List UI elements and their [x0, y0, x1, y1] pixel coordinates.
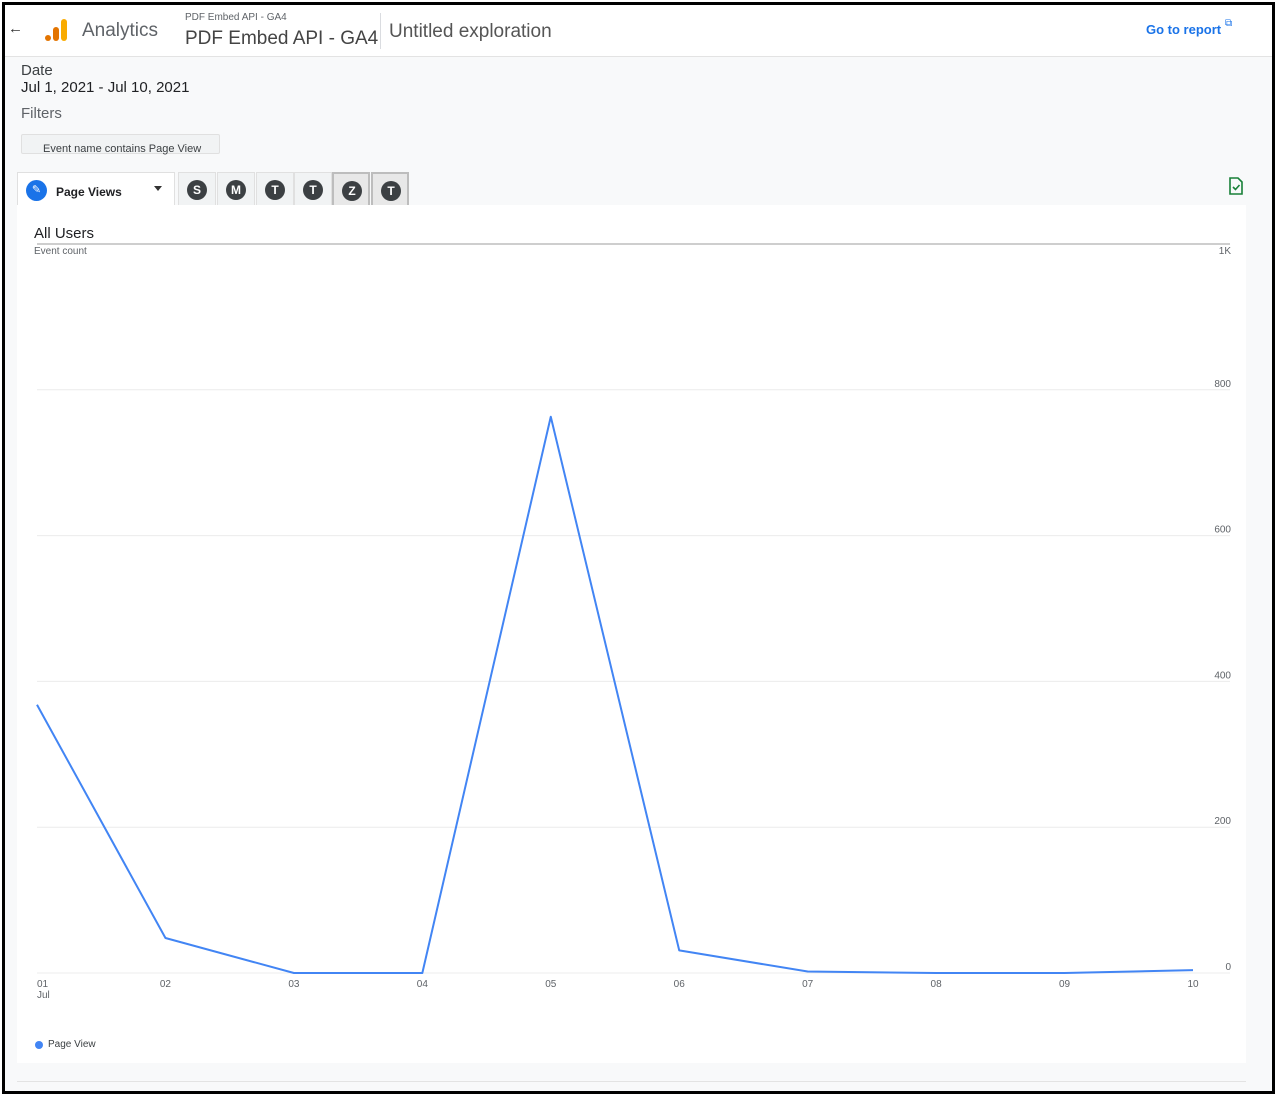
x-tick-label: 10	[1187, 979, 1199, 990]
bottom-divider	[17, 1081, 1246, 1082]
tab-page-views[interactable]: ✎ Page Views	[17, 172, 175, 206]
property-account-name[interactable]: PDF Embed API - GA4	[185, 12, 287, 23]
segment-tab[interactable]: M	[217, 172, 255, 206]
segment-tab[interactable]: T	[294, 172, 332, 206]
external-link-icon[interactable]: ⧉	[1225, 18, 1232, 29]
segment-tab[interactable]: S	[178, 172, 216, 206]
date-range[interactable]: Jul 1, 2021 - Jul 10, 2021	[21, 79, 189, 96]
x-tick-label: 01	[37, 979, 49, 990]
legend-label: Page View	[48, 1039, 96, 1050]
property-name[interactable]: PDF Embed API - GA4	[185, 28, 378, 50]
segment-tab[interactable]: T	[256, 172, 294, 206]
x-tick-label: 02	[160, 979, 172, 990]
segment-tab[interactable]: Z	[332, 172, 370, 206]
y-tick-label: 1K	[1219, 246, 1232, 257]
segment-avatar: M	[226, 180, 246, 200]
top-bar: ← Analytics PDF Embed API - GA4 PDF Embe…	[5, 5, 1272, 57]
filter-chip[interactable]: Event name contains Page View	[21, 134, 220, 155]
tab-label: Page Views	[56, 185, 122, 199]
x-tick-label: 03	[288, 979, 300, 990]
filters-label: Filters	[21, 105, 62, 122]
analytics-logo-icon	[45, 19, 67, 41]
pencil-icon[interactable]: ✎	[26, 180, 47, 201]
x-tick-label: 04	[417, 979, 429, 990]
segment-avatar: T	[303, 180, 323, 200]
x-tick-label: 08	[931, 979, 943, 990]
chevron-down-icon[interactable]	[154, 186, 162, 191]
x-tick-label: 07	[802, 979, 814, 990]
x-tick-label: 05	[545, 979, 557, 990]
chart-panel: All Users Event count 0 200 400 600 800 1K 01 0…	[17, 205, 1246, 1063]
date-label: Date	[21, 62, 53, 79]
segment-avatar: T	[381, 181, 401, 201]
y-tick-label: 200	[1214, 816, 1231, 827]
x-tick-label: 06	[674, 979, 686, 990]
segment-avatar: Z	[342, 181, 362, 201]
y-tick-label: 0	[1225, 962, 1231, 973]
segment-avatar: T	[265, 180, 285, 200]
app-frame: ← Analytics PDF Embed API - GA4 PDF Embe…	[2, 2, 1275, 1094]
segment-tab[interactable]: T	[371, 172, 409, 206]
y-tick-label: 800	[1214, 379, 1231, 390]
go-to-report-link[interactable]: Go to report	[1146, 22, 1221, 37]
back-arrow-icon[interactable]: ←	[8, 21, 24, 37]
x-tick-sublabel: Jul	[37, 990, 50, 1001]
export-sheet-icon[interactable]	[1228, 177, 1244, 195]
y-tick-label: 400	[1214, 670, 1231, 681]
legend-swatch	[35, 1041, 43, 1049]
x-tick-label: 09	[1059, 979, 1071, 990]
header-divider	[380, 13, 381, 49]
series-line	[36, 415, 1194, 974]
line-chart: 0 200 400 600 800 1K 01 02 03 04 05 06 07 08 09 10 Jul	[36, 243, 1232, 1001]
segment-avatar: S	[187, 180, 207, 200]
y-tick-label: 600	[1214, 525, 1231, 536]
exploration-title[interactable]: Untitled exploration	[389, 21, 552, 43]
app-name[interactable]: Analytics	[82, 20, 158, 42]
